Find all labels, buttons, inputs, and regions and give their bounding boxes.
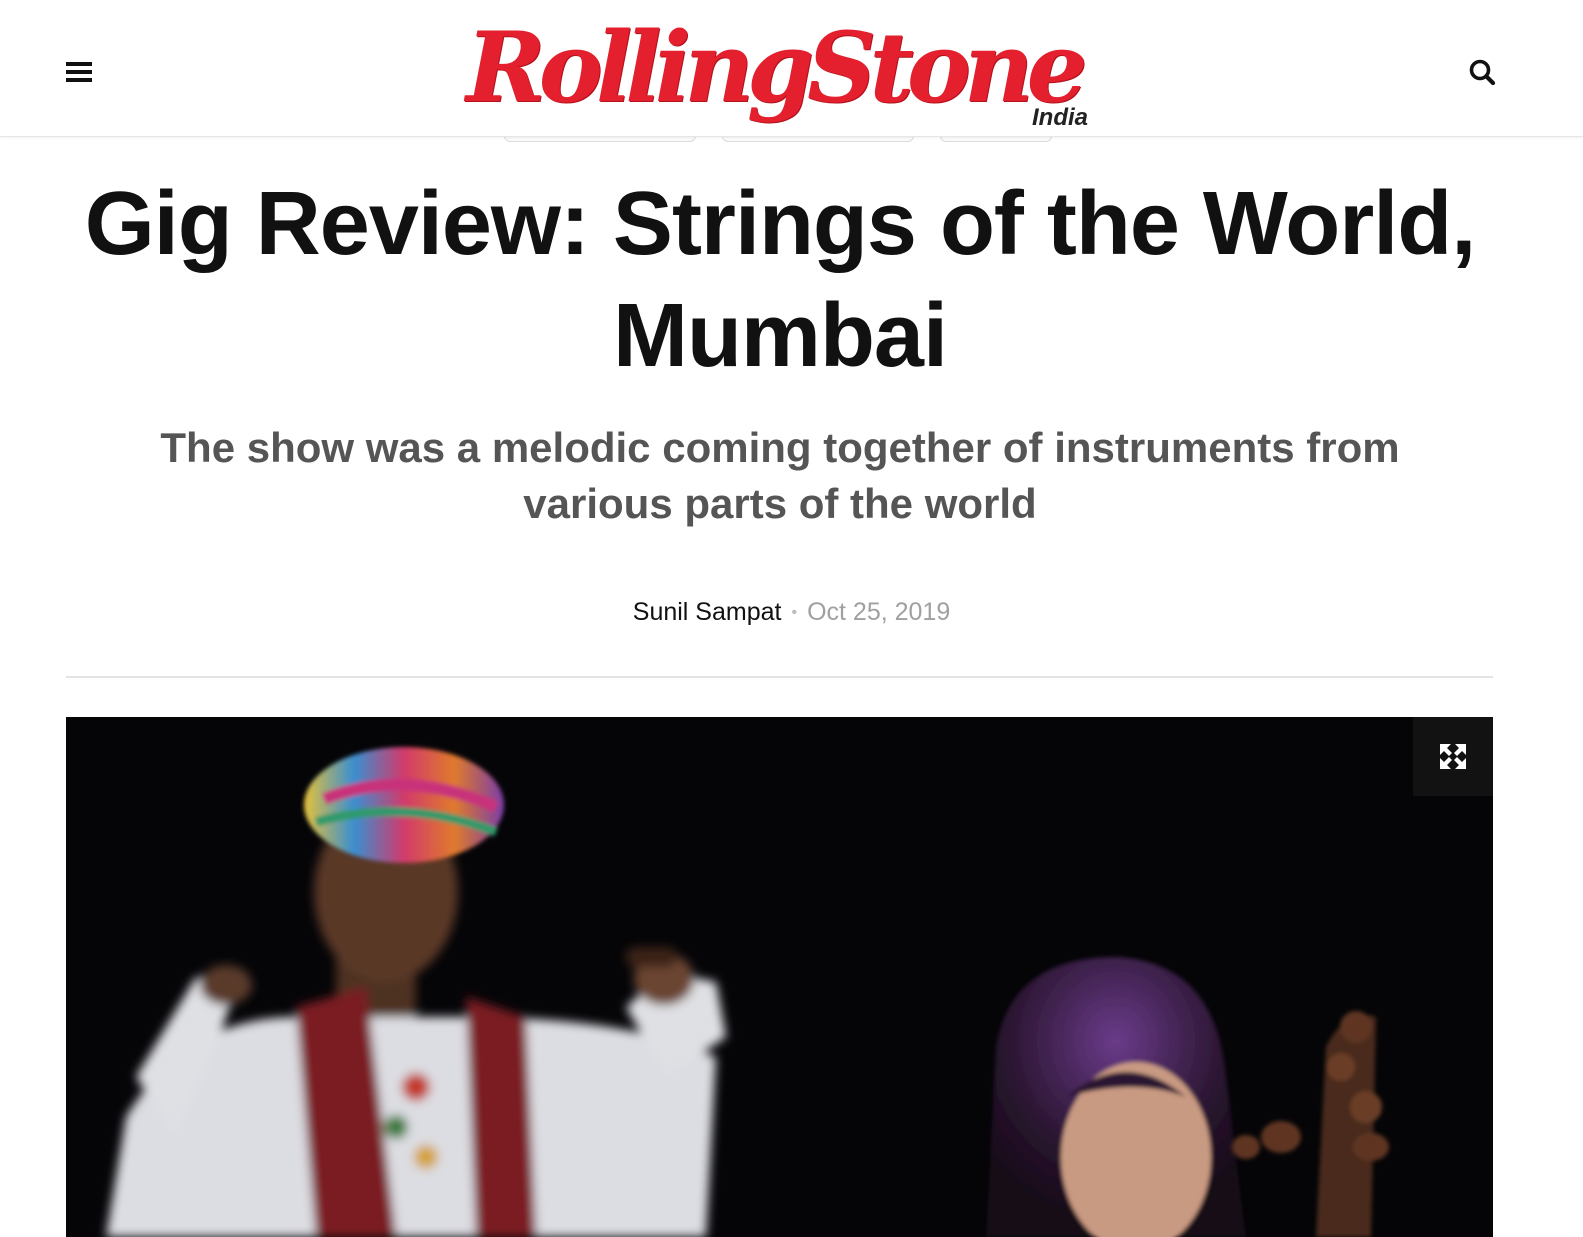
logo-wordmark: RollingStone: [466, 11, 1088, 124]
hamburger-icon-bar: [66, 78, 92, 82]
hamburger-icon-bar: [66, 70, 92, 74]
hamburger-icon-bar: [66, 62, 92, 66]
article-subtitle: The show was a melodic coming together o…: [160, 424, 1400, 527]
site-logo[interactable]: RollingStone India: [466, 8, 1096, 136]
logo-edition: India: [1031, 104, 1088, 131]
search-icon: [1469, 59, 1496, 86]
expand-image-button[interactable]: [1413, 717, 1493, 796]
meta-separator: •: [791, 604, 798, 621]
article-title: Gig Review: Strings of the World, Mumbai: [84, 174, 1476, 386]
expand-icon: [1440, 744, 1466, 769]
article-meta: Sunil Sampat • Oct 25, 2019: [0, 596, 1583, 629]
publish-date: Oct 25, 2019: [807, 598, 951, 626]
hamburger-menu-button[interactable]: [66, 62, 92, 84]
search-button[interactable]: [1468, 58, 1498, 88]
site-header: RollingStone India: [0, 0, 1583, 137]
author-link[interactable]: Sunil Sampat: [633, 598, 782, 626]
concert-photo: [66, 717, 1493, 1237]
meta-divider: [66, 676, 1493, 678]
featured-image[interactable]: [66, 717, 1493, 1237]
